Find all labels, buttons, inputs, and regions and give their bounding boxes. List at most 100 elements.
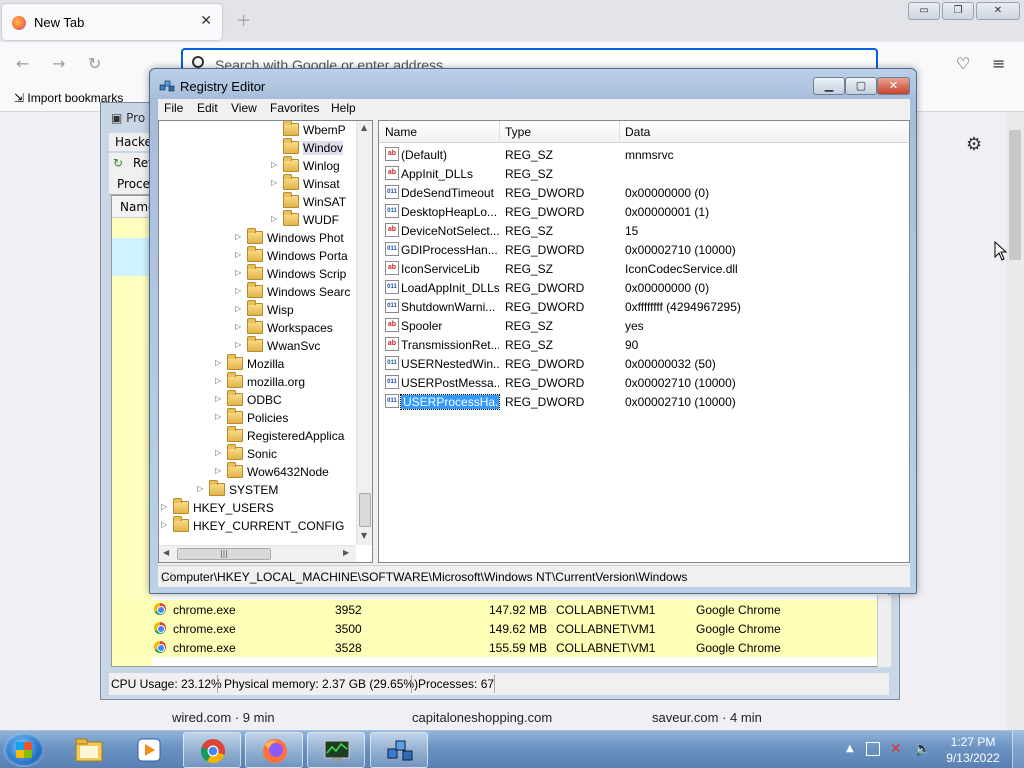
expand-arrow-icon[interactable]: ▷: [215, 448, 221, 457]
taskbar-chrome[interactable]: [183, 732, 241, 768]
scroll-down-icon[interactable]: ▼: [361, 531, 367, 540]
expand-arrow-icon[interactable]: ▷: [271, 178, 277, 187]
table-row[interactable]: chrome.exe 3952 147.92 MB COLLABNET\VM1 …: [112, 600, 878, 619]
column-name[interactable]: Name: [385, 125, 417, 139]
firefox-tab-title: New Tab: [34, 15, 85, 30]
scrollbar-thumb[interactable]: |||: [177, 548, 271, 560]
value-row[interactable]: ab IconServiceLib REG_SZ IconCodecService.d…: [379, 259, 909, 278]
scroll-right-icon[interactable]: ▶: [343, 548, 349, 557]
new-tab-plus-icon[interactable]: +: [236, 10, 251, 31]
taskbar-explorer[interactable]: [60, 732, 118, 768]
value-row[interactable]: ab Spooler REG_SZ yes: [379, 316, 909, 335]
column-data[interactable]: Data: [625, 125, 650, 139]
resize-grip-icon[interactable]: ⋰: [161, 570, 908, 585]
expand-arrow-icon[interactable]: ▷: [215, 466, 221, 475]
scrollbar-thumb[interactable]: [1009, 130, 1021, 260]
scroll-up-icon[interactable]: ▲: [361, 123, 367, 132]
value-row[interactable]: ab (Default) REG_SZ mnmsrvc: [379, 145, 909, 164]
network-icon[interactable]: [866, 742, 880, 756]
expand-arrow-icon[interactable]: ▷: [235, 250, 241, 259]
process-hacker-statusbar: CPU Usage: 23.12% Physical memory: 2.37 …: [109, 673, 889, 695]
expand-arrow-icon[interactable]: ▷: [235, 232, 241, 241]
expand-arrow-icon[interactable]: ▷: [197, 484, 203, 493]
maximize-button[interactable]: ▢: [845, 77, 877, 95]
menu-favorites[interactable]: Favorites: [270, 101, 319, 115]
tree-horizontal-scrollbar[interactable]: ◀ ||| ▶: [159, 545, 356, 562]
hamburger-menu-icon[interactable]: ≡: [992, 54, 1005, 73]
expand-arrow-icon[interactable]: ▷: [235, 340, 241, 349]
top-site-tile[interactable]: capitaloneshopping.com: [412, 710, 552, 725]
start-button[interactable]: [4, 733, 44, 767]
minimize-button[interactable]: ▭: [908, 2, 940, 20]
gear-icon[interactable]: ⚙: [966, 134, 982, 155]
tree-item-label: Wisp: [267, 303, 294, 317]
top-site-tile[interactable]: saveur.com · 4 min: [652, 710, 762, 725]
expand-arrow-icon[interactable]: ▷: [215, 394, 221, 403]
menu-help[interactable]: Help: [331, 101, 356, 115]
folder-icon: [283, 174, 299, 190]
table-row[interactable]: chrome.exe 3500 149.62 MB COLLABNET\VM1 …: [112, 619, 878, 638]
reload-icon[interactable]: ↻: [88, 54, 101, 73]
taskbar-firefox[interactable]: [245, 732, 303, 768]
top-site-tile[interactable]: wired.com · 9 min: [172, 710, 275, 725]
value-name: USERPostMessa...: [401, 376, 499, 390]
firefox-scrollbar[interactable]: [1006, 112, 1024, 730]
pocket-icon[interactable]: ♡: [956, 54, 970, 73]
expand-arrow-icon[interactable]: ▷: [161, 520, 167, 529]
value-row[interactable]: 011 LoadAppInit_DLLs REG_DWORD 0x00000000 (…: [379, 278, 909, 297]
value-row[interactable]: 011 USERProcessHa... REG_DWORD 0x00002710 (…: [379, 392, 909, 411]
action-center-flag-icon[interactable]: ✕: [890, 742, 904, 756]
forward-arrow-icon[interactable]: →: [52, 54, 65, 73]
expand-arrow-icon[interactable]: ▷: [271, 160, 277, 169]
minimize-button[interactable]: ▁: [813, 77, 845, 95]
taskbar-regedit[interactable]: [370, 732, 428, 768]
expand-arrow-icon[interactable]: ▷: [215, 358, 221, 367]
expand-arrow-icon[interactable]: ▷: [235, 286, 241, 295]
taskbar-media-player[interactable]: [120, 732, 178, 768]
firefox-tab-new-tab[interactable]: New Tab ✕: [2, 4, 222, 40]
expand-arrow-icon[interactable]: ▷: [215, 412, 221, 421]
process-name: chrome.exe: [173, 603, 236, 617]
tree-vertical-scrollbar[interactable]: ▲ ▼: [356, 121, 372, 545]
value-row[interactable]: 011 GDIProcessHan... REG_DWORD 0x00002710 (…: [379, 240, 909, 259]
close-tab-icon[interactable]: ✕: [200, 13, 212, 29]
value-row[interactable]: 011 DdeSendTimeout REG_DWORD 0x00000000 (0): [379, 183, 909, 202]
expand-arrow-icon[interactable]: ▷: [271, 214, 277, 223]
clock[interactable]: 1:27 PM 9/13/2022: [938, 734, 1008, 766]
close-button[interactable]: ✕: [877, 77, 910, 95]
menu-hacker[interactable]: Hacke: [115, 135, 152, 149]
expand-arrow-icon[interactable]: ▷: [235, 322, 241, 331]
show-desktop-button[interactable]: [1012, 731, 1024, 768]
string-value-icon: ab: [385, 166, 399, 180]
menu-edit[interactable]: Edit: [197, 101, 218, 115]
process-list-scrollbar[interactable]: [877, 595, 891, 667]
menu-file[interactable]: File: [164, 101, 183, 115]
expand-arrow-icon[interactable]: ▷: [215, 376, 221, 385]
scrollbar-thumb[interactable]: [359, 493, 371, 527]
table-row[interactable]: chrome.exe 3528 155.59 MB COLLABNET\VM1 …: [112, 638, 878, 657]
show-hidden-icons-icon[interactable]: ▲: [846, 743, 854, 754]
taskbar-process-hacker[interactable]: [307, 732, 365, 768]
expand-arrow-icon[interactable]: ▷: [235, 268, 241, 277]
scroll-left-icon[interactable]: ◀: [163, 548, 169, 557]
value-row[interactable]: ab TransmissionRet... REG_SZ 90: [379, 335, 909, 354]
regedit-icon: [387, 740, 413, 761]
column-divider[interactable]: [499, 121, 500, 143]
value-row[interactable]: ab AppInit_DLLs REG_SZ: [379, 164, 909, 183]
back-arrow-icon[interactable]: ←: [16, 54, 29, 73]
restore-button[interactable]: ❐: [942, 2, 974, 20]
value-row[interactable]: 011 USERPostMessa... REG_DWORD 0x00002710 (…: [379, 373, 909, 392]
value-type: REG_SZ: [505, 262, 554, 276]
expand-arrow-icon[interactable]: ▷: [235, 304, 241, 313]
close-button[interactable]: ✕: [976, 2, 1020, 20]
menu-view[interactable]: View: [231, 101, 257, 115]
value-row[interactable]: 011 DesktopHeapLo... REG_DWORD 0x00000001 (…: [379, 202, 909, 221]
value-row[interactable]: 011 ShutdownWarni... REG_DWORD 0xffffffff (…: [379, 297, 909, 316]
value-row[interactable]: ab DeviceNotSelect... REG_SZ 15: [379, 221, 909, 240]
binary-value-icon: 011: [385, 356, 399, 370]
volume-icon[interactable]: 🔈: [914, 741, 931, 757]
expand-arrow-icon[interactable]: ▷: [161, 502, 167, 511]
column-divider[interactable]: [619, 121, 620, 143]
value-row[interactable]: 011 USERNestedWin... REG_DWORD 0x00000032 (…: [379, 354, 909, 373]
column-type[interactable]: Type: [505, 125, 531, 139]
